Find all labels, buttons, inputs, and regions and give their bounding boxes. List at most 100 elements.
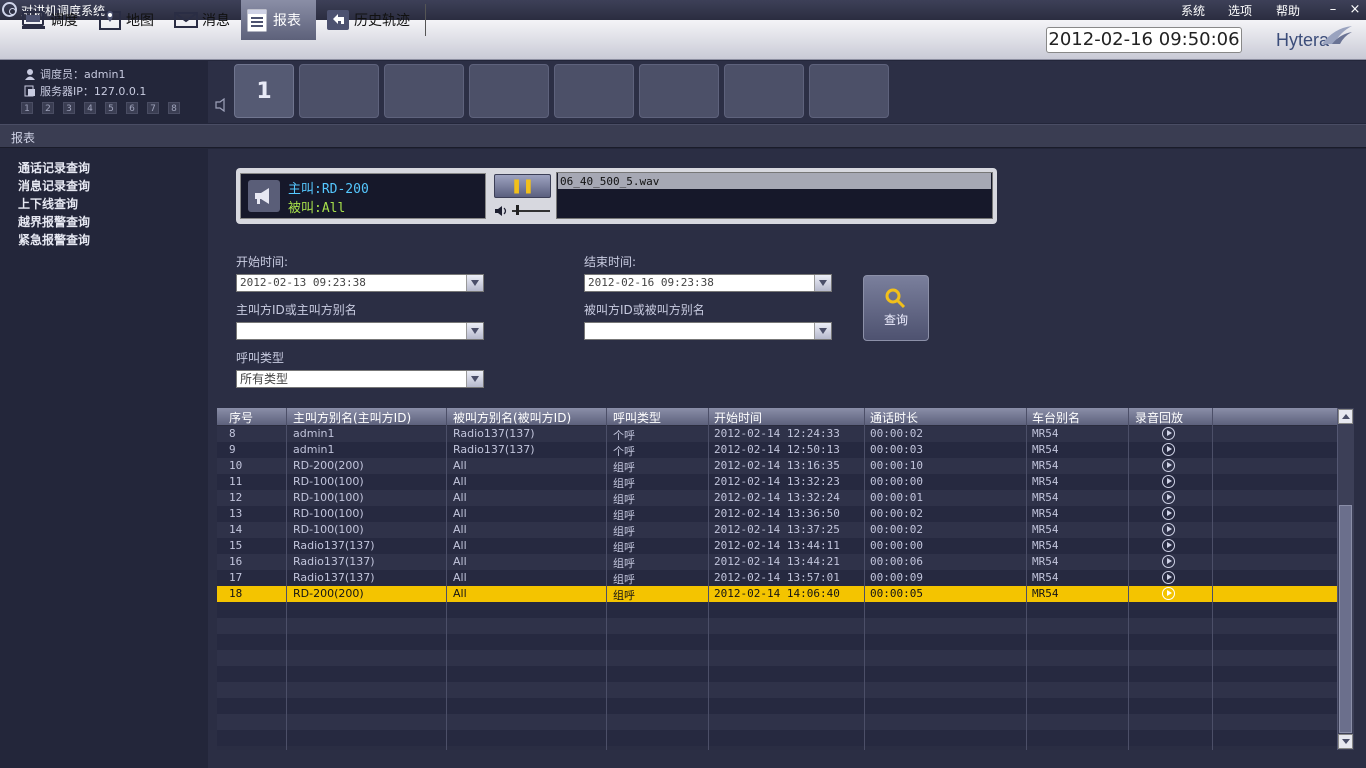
chevron-down-icon[interactable] [814,275,831,291]
numkey-2[interactable]: 2 [42,102,54,114]
play-icon[interactable] [1162,571,1175,584]
hytera-wing-icon [1322,26,1352,44]
chevron-down-icon[interactable] [466,323,483,339]
end-time-label: 结束时间: [584,255,637,269]
cell-start-time: 2012-02-14 13:32:23 [714,475,840,488]
play-icon[interactable] [1162,459,1175,472]
menu-call-records[interactable]: 通话记录查询 [18,159,90,176]
chevron-down-icon[interactable] [814,323,831,339]
cell-call-type: 组呼 [613,589,635,602]
col-caller[interactable]: 主叫方别名(主叫方ID) [293,409,411,426]
tab-map[interactable]: 地图 [94,0,158,40]
channel-slot-4[interactable] [469,64,549,118]
numkey-6[interactable]: 6 [126,102,138,114]
table-row[interactable]: 9 admin1 Radio137(137) 个呼 2012-02-14 12:50:1… [217,442,1337,458]
table-row[interactable]: 14 RD-100(100) All 组呼 2012-02-14 13:37:25 00:… [217,522,1337,538]
menu-boundary-alarm[interactable]: 越界报警查询 [18,213,90,230]
table-row[interactable]: 11 RD-100(100) All 组呼 2012-02-14 13:32:23 00:… [217,474,1337,490]
tab-history-track[interactable]: 历史轨迹 [322,0,422,40]
cell-duration: 00:00:02 [870,507,923,520]
cell-call-type: 个呼 [613,429,635,442]
channel-slot-2[interactable] [299,64,379,118]
cell-start-time: 2012-02-14 13:16:35 [714,459,840,472]
menu-online-offline[interactable]: 上下线查询 [18,195,78,212]
cell-caller: admin1 [293,443,335,456]
empty-row [217,730,1337,746]
cell-index: 15 [229,539,243,552]
table-row[interactable]: 16 Radio137(137) All 组呼 2012-02-14 13:44:21 0… [217,554,1337,570]
map-icon [98,9,122,31]
col-duration[interactable]: 通话时长 [870,409,918,426]
play-icon[interactable] [1162,555,1175,568]
chevron-down-icon[interactable] [466,275,483,291]
channel-slot-1[interactable]: 1 [234,64,294,118]
pause-button[interactable]: ❚❚ [494,174,551,198]
cell-duration: 00:00:00 [870,475,923,488]
play-icon[interactable] [1162,491,1175,504]
channel-slot-3[interactable] [384,64,464,118]
play-icon[interactable] [1162,507,1175,520]
speaker-icon[interactable] [214,98,230,112]
numkey-3[interactable]: 3 [63,102,75,114]
play-icon[interactable] [1162,427,1175,440]
menu-help[interactable]: 帮助 [1276,2,1300,19]
chevron-down-icon[interactable] [466,371,483,387]
cell-call-type: 组呼 [613,493,635,506]
channel-slot-8[interactable] [809,64,889,118]
close-button[interactable]: × [1344,0,1366,20]
col-index[interactable]: 序号 [229,409,253,426]
table-row[interactable]: 15 Radio137(137) All 组呼 2012-02-14 13:44:11 0… [217,538,1337,554]
col-call-type[interactable]: 呼叫类型 [613,409,661,426]
numkey-4[interactable]: 4 [84,102,96,114]
cell-caller: RD-200(200) [293,459,364,472]
cell-callee: All [453,523,467,536]
minimize-button[interactable]: – [1322,0,1344,20]
col-start-time[interactable]: 开始时间 [714,409,762,426]
volume-slider-handle[interactable] [516,205,519,215]
col-callee[interactable]: 被叫方别名(被叫方ID) [453,409,571,426]
scrollbar-thumb[interactable] [1339,505,1352,733]
operator-label: 调度员：admin1 [40,68,126,81]
table-row[interactable]: 17 Radio137(137) All 组呼 2012-02-14 13:57:01 0… [217,570,1337,586]
call-type-select[interactable]: 所有类型 [236,370,484,388]
col-vehicle-alias[interactable]: 车台别名 [1032,409,1080,426]
numkey-1[interactable]: 1 [21,102,33,114]
play-icon[interactable] [1162,443,1175,456]
play-icon[interactable] [1162,539,1175,552]
table-row[interactable]: 8 admin1 Radio137(137) 个呼 2012-02-14 12:24:3… [217,426,1337,442]
tab-message[interactable]: 消息 [170,0,234,40]
empty-row [217,666,1337,682]
cell-caller: admin1 [293,427,335,440]
channel-slot-6[interactable] [639,64,719,118]
col-playback[interactable]: 录音回放 [1135,409,1183,426]
start-time-select[interactable]: 2012-02-13 09:23:38 [236,274,484,292]
caller-id-select[interactable] [236,322,484,340]
cell-vehicle-alias: MR54 [1032,539,1059,552]
table-row[interactable]: 12 RD-100(100) All 组呼 2012-02-14 13:32:24 00:… [217,490,1337,506]
table-row[interactable]: 10 RD-200(200) All 组呼 2012-02-14 13:16:35 00:… [217,458,1337,474]
numkey-5[interactable]: 5 [105,102,117,114]
tab-report[interactable]: 报表 [241,0,316,40]
play-icon[interactable] [1162,475,1175,488]
menu-system[interactable]: 系统 [1181,2,1205,19]
numkey-7[interactable]: 7 [147,102,159,114]
channel-slot-7[interactable] [724,64,804,118]
callee-id-select[interactable] [584,322,832,340]
scroll-up-button[interactable] [1338,409,1353,424]
tab-dispatch[interactable]: 调度 [18,0,82,40]
play-icon[interactable] [1162,523,1175,536]
table-row[interactable]: 18 RD-200(200) All 组呼 2012-02-14 14:06:40 00:… [217,586,1337,602]
menu-message-records[interactable]: 消息记录查询 [18,177,90,194]
table-row[interactable]: 13 RD-100(100) All 组呼 2012-02-14 13:36:50 00:… [217,506,1337,522]
menu-options[interactable]: 选项 [1228,2,1252,19]
menu-emergency-alarm[interactable]: 紧急报警查询 [18,231,90,248]
numkey-8[interactable]: 8 [168,102,180,114]
column-divider [708,408,709,750]
scroll-down-button[interactable] [1338,734,1353,749]
channel-slot-5[interactable] [554,64,634,118]
empty-row [217,682,1337,698]
cell-callee: All [453,587,467,600]
cell-call-type: 组呼 [613,509,635,522]
play-icon[interactable] [1162,587,1175,600]
end-time-select[interactable]: 2012-02-16 09:23:38 [584,274,832,292]
